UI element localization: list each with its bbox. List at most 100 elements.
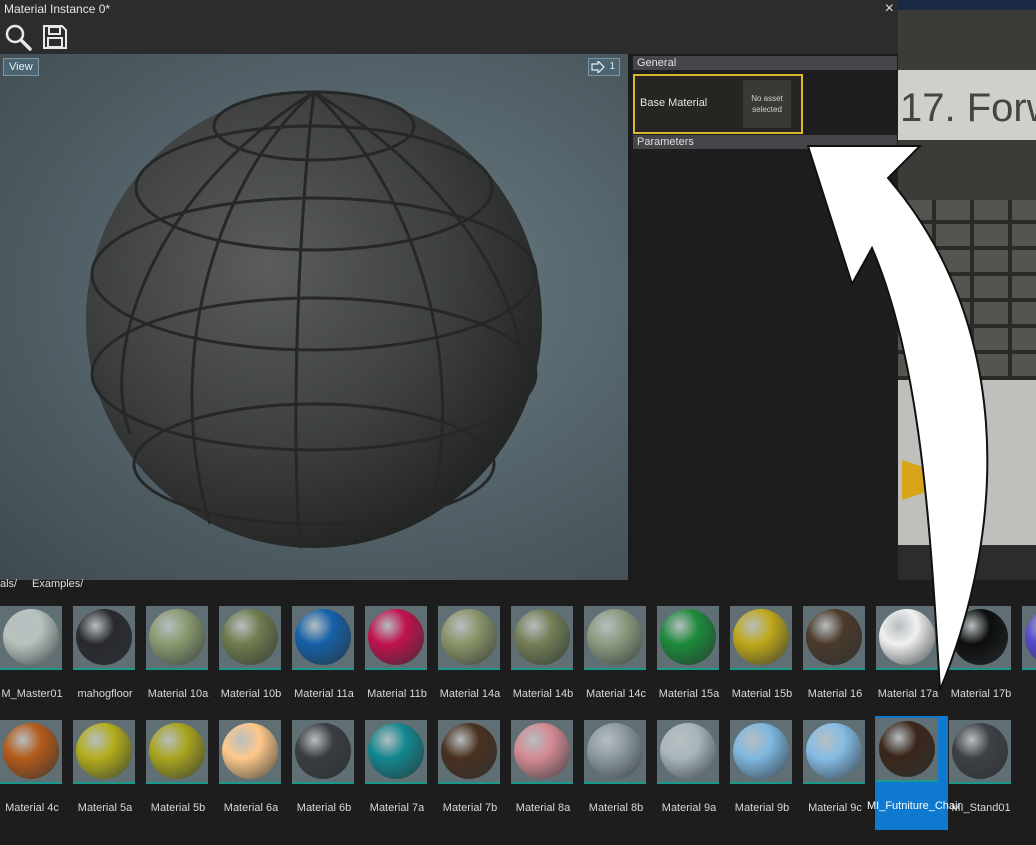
scene-floor-bar — [898, 545, 1036, 580]
base-material-label: Base Material — [640, 97, 708, 109]
asset-tile[interactable]: Material 15a — [656, 604, 729, 716]
camera-speed-value: 1 — [609, 61, 615, 72]
asset-label: Material 8a — [515, 802, 571, 814]
asset-thumbnail — [0, 720, 62, 784]
base-material-asset-picker[interactable]: No asset selected — [743, 80, 791, 128]
parameters-header-label: Parameters — [637, 136, 694, 148]
asset-tile[interactable]: Material 10a — [145, 604, 218, 716]
material-sphere-icon — [295, 723, 351, 779]
asset-tile[interactable]: Material 14b — [510, 604, 583, 716]
asset-tile[interactable]: Material 7b — [437, 718, 510, 830]
search-icon[interactable] — [3, 22, 33, 52]
asset-thumbnail — [949, 606, 1011, 670]
asset-tile[interactable]: mahogfloor — [72, 604, 145, 716]
asset-tile[interactable]: Material 14a — [437, 604, 510, 716]
breadcrumb-item[interactable]: Examples/ — [32, 578, 83, 590]
asset-label: Material 5a — [77, 802, 133, 814]
asset-tile[interactable]: Material 15b — [729, 604, 802, 716]
material-sphere-icon — [806, 723, 862, 779]
parameters-header[interactable]: Parameters — [633, 135, 897, 149]
asset-tile[interactable]: Material 16 — [802, 604, 875, 716]
general-header[interactable]: General — [633, 56, 897, 70]
asset-thumbnail — [0, 606, 62, 670]
material-sphere-icon — [441, 723, 497, 779]
scene-yellow-arrow — [902, 460, 962, 500]
material-sphere-icon — [733, 723, 789, 779]
scene-background: 17. Forw — [898, 0, 1036, 580]
material-sphere-icon — [1025, 609, 1036, 665]
asset-tile[interactable]: Material 7a — [364, 718, 437, 830]
asset-thumbnail — [438, 606, 500, 670]
asset-label: Material 15b — [731, 688, 793, 700]
asset-label: Material 14a — [439, 688, 501, 700]
asset-thumbnail — [365, 720, 427, 784]
asset-tile[interactable]: Material 14c — [583, 604, 656, 716]
close-icon[interactable]: × — [885, 0, 894, 18]
asset-thumbnail — [292, 720, 354, 784]
asset-tile[interactable]: Material 11a — [291, 604, 364, 716]
material-sphere-icon — [368, 609, 424, 665]
asset-label: Material 6b — [296, 802, 352, 814]
asset-label: Material 10a — [147, 688, 209, 700]
asset-thumbnail — [657, 606, 719, 670]
material-sphere-icon — [3, 723, 59, 779]
asset-tile[interactable]: Material 17b — [948, 604, 1021, 716]
material-sphere-icon — [733, 609, 789, 665]
asset-label: Material 4c — [5, 802, 59, 814]
asset-thumbnail — [803, 606, 865, 670]
asset-thumbnail — [730, 606, 792, 670]
toolbar — [0, 20, 898, 54]
asset-tile[interactable]: Material 9c — [802, 718, 875, 830]
asset-label: Material 9c — [808, 802, 862, 814]
asset-label: Material 16 — [807, 688, 863, 700]
asset-label: Material 15a — [658, 688, 720, 700]
asset-thumbnail — [1022, 606, 1036, 670]
material-instance-window: Material Instance 0* × View 1 General Ba… — [0, 0, 898, 580]
scene-brick-wall — [898, 200, 1036, 380]
asset-tile[interactable] — [1021, 604, 1036, 716]
properties-panel: General Base Material No asset selected … — [632, 54, 898, 580]
asset-thumbnail — [146, 720, 208, 784]
view-button[interactable]: View — [3, 58, 39, 76]
asset-tile[interactable]: Material 17a — [875, 604, 948, 716]
asset-tile[interactable]: Material 6a — [218, 718, 291, 830]
asset-tile[interactable]: Material 11b — [364, 604, 437, 716]
content-browser: als/ Examples/ M_Master01 mahogfloor Mater… — [0, 578, 1036, 845]
asset-thumbnail — [876, 718, 938, 782]
asset-thumbnail — [292, 606, 354, 670]
asset-label: Material 14c — [586, 688, 646, 700]
breadcrumb-item[interactable]: als/ — [0, 578, 17, 590]
asset-thumbnail — [73, 720, 135, 784]
material-sphere-icon — [149, 609, 205, 665]
scene-sign-text: 17. Forw — [900, 86, 1036, 130]
camera-speed-button[interactable]: 1 — [588, 58, 620, 76]
asset-thumbnail — [219, 720, 281, 784]
asset-tile[interactable]: M_Master01 — [0, 604, 72, 716]
asset-tile[interactable]: Material 8b — [583, 718, 656, 830]
material-sphere-icon — [952, 723, 1008, 779]
asset-thumbnail — [803, 720, 865, 784]
title-bar[interactable]: Material Instance 0* × — [0, 0, 898, 20]
material-sphere-icon — [149, 723, 205, 779]
asset-tile[interactable]: Material 4c — [0, 718, 72, 830]
asset-tile[interactable]: Material 9b — [729, 718, 802, 830]
asset-thumbnail — [219, 606, 281, 670]
asset-label: MI_Futniture_Chair — [867, 800, 962, 812]
asset-label: Material 7b — [442, 802, 498, 814]
base-material-row: Base Material No asset selected — [633, 74, 803, 134]
material-sphere-icon — [660, 723, 716, 779]
asset-tile[interactable]: MI_Futniture_Chair — [867, 716, 961, 830]
asset-tile[interactable]: Material 5a — [72, 718, 145, 830]
asset-tile[interactable]: Material 6b — [291, 718, 364, 830]
material-sphere-icon — [368, 723, 424, 779]
asset-tile[interactable]: MI_Stand01 — [948, 718, 1021, 830]
asset-tile[interactable]: Material 8a — [510, 718, 583, 830]
asset-label: Material 6a — [223, 802, 279, 814]
asset-tile[interactable]: Material 10b — [218, 604, 291, 716]
save-icon[interactable] — [40, 22, 70, 52]
material-preview-viewport[interactable]: View 1 — [0, 54, 628, 580]
material-sphere-icon — [441, 609, 497, 665]
asset-label: Material 8b — [588, 802, 644, 814]
asset-tile[interactable]: Material 5b — [145, 718, 218, 830]
asset-tile[interactable]: Material 9a — [656, 718, 729, 830]
